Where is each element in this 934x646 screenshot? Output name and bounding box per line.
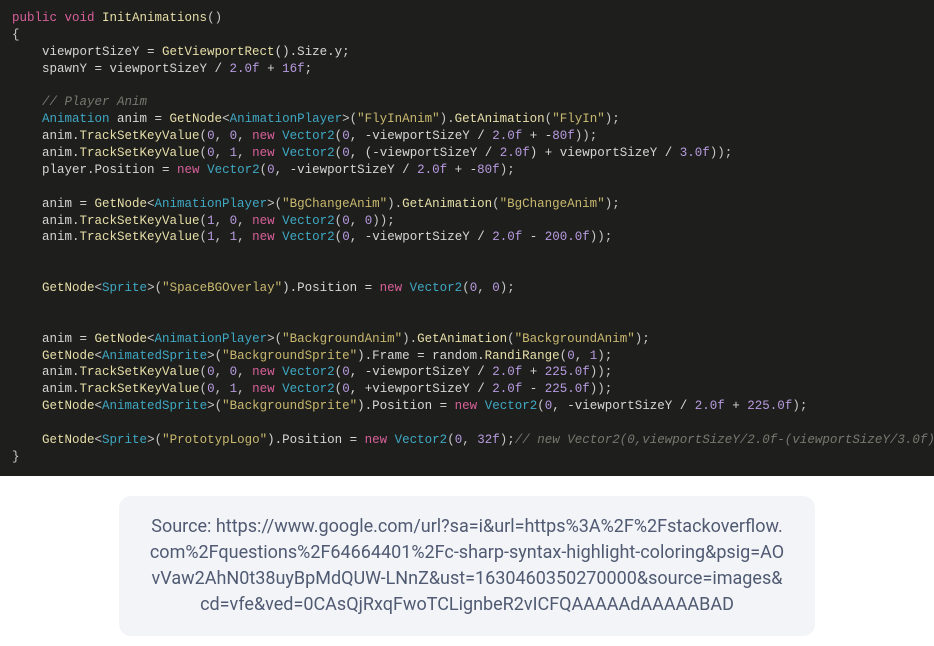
source-caption: Source: https://www.google.com/url?sa=i&… (119, 496, 815, 636)
brace-open: { (12, 28, 20, 42)
keyword-void: void (57, 11, 95, 25)
comment: // Player Anim (12, 95, 147, 109)
brace-close: } (12, 450, 20, 464)
source-url: https://www.google.com/url?sa=i&url=http… (150, 516, 784, 615)
keyword-public: public (12, 11, 57, 25)
method-name: InitAnimations (95, 11, 208, 25)
source-prefix: Source: (151, 516, 216, 537)
code-block: public void InitAnimations() { viewportS… (0, 0, 934, 476)
